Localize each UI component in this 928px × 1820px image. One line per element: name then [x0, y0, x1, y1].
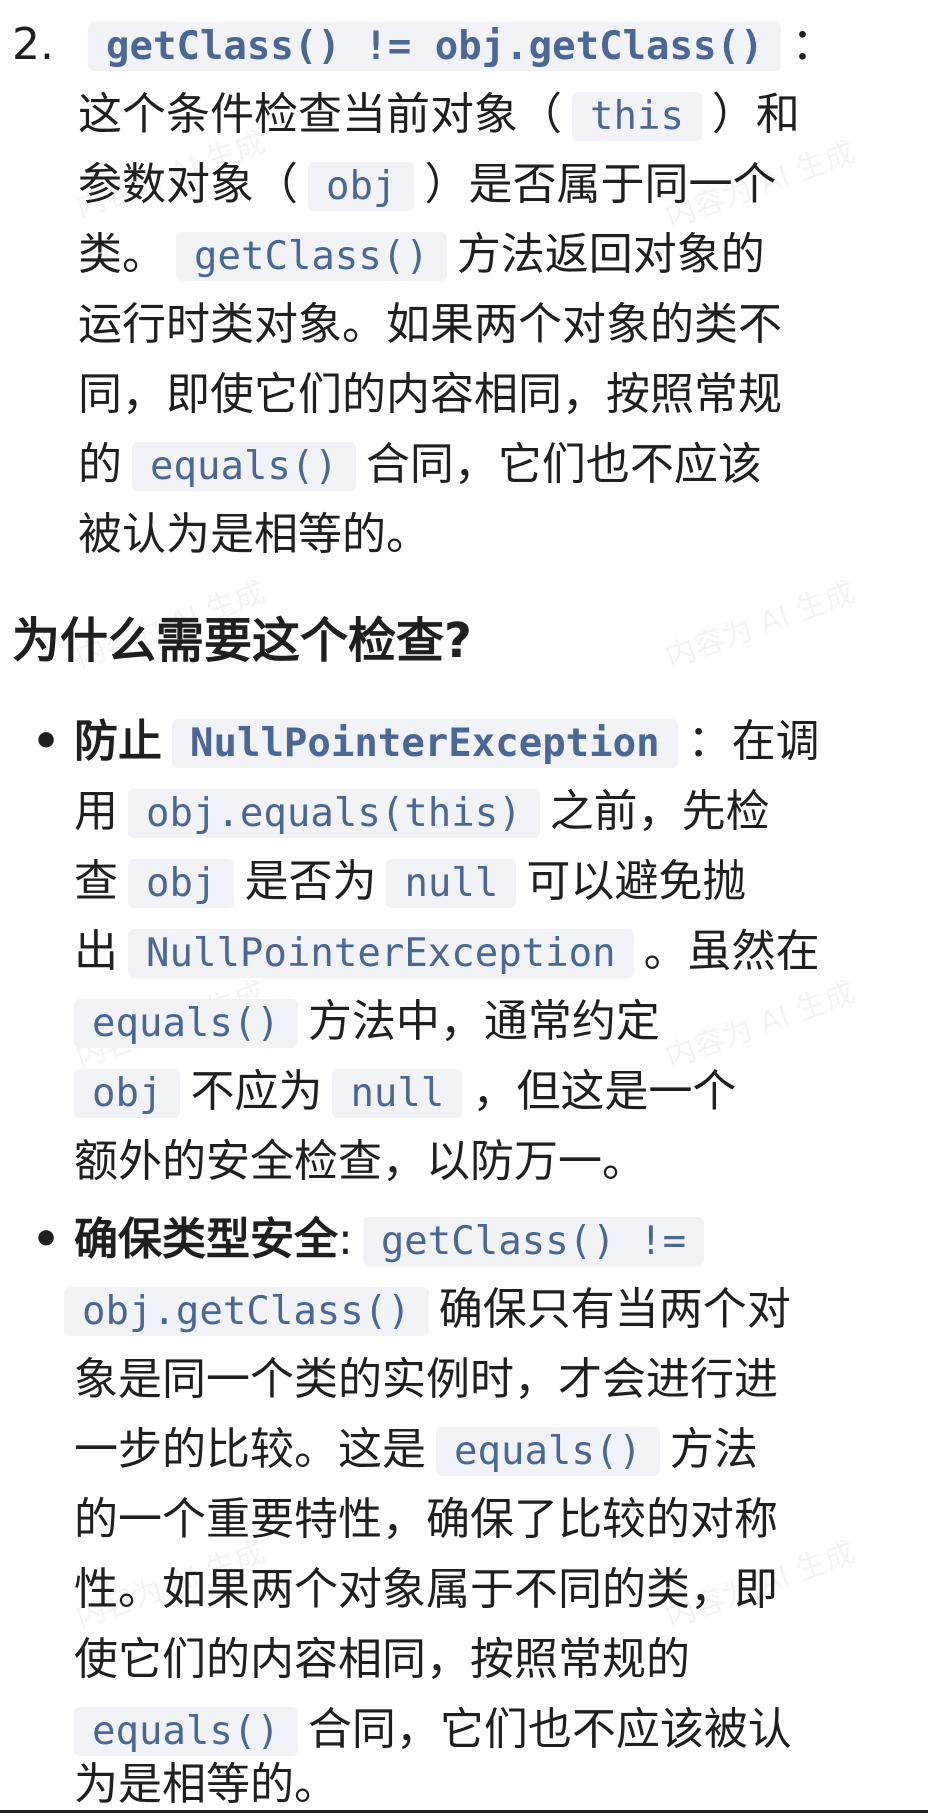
code-span: obj: [128, 859, 235, 908]
text: ：在调: [687, 716, 820, 767]
text: 用: [74, 786, 118, 837]
code-span: obj.equals(this): [128, 789, 540, 838]
text: 。虽然在: [643, 926, 820, 977]
text: 参数对象（: [78, 159, 298, 210]
code-span: equals(): [132, 442, 356, 491]
code-span: getClass(): [176, 232, 447, 281]
text: 查: [74, 856, 118, 907]
list-item-line: getClass() != obj.getClass()：: [78, 10, 835, 80]
text: 出: [74, 926, 118, 977]
text: 是否为: [244, 856, 377, 907]
text: 合同，它们也不应该: [365, 439, 762, 490]
list-item-line: 同，即使它们的内容相同，按照常规: [78, 369, 782, 420]
list-item-line: 的 equals() 合同，它们也不应该: [78, 430, 762, 500]
code-span: equals(): [74, 999, 298, 1048]
bullet-line: 用 obj.equals(this) 之前，先检: [74, 777, 770, 847]
bullet-line: 使它们的内容相同，按照常规的: [74, 1634, 690, 1685]
bullet-line: obj.getClass() 确保只有当两个对: [64, 1275, 791, 1345]
code-span: equals(): [436, 1427, 660, 1476]
code-span: null: [386, 859, 517, 908]
code-span: null: [332, 1069, 463, 1118]
text: 合同，它们也不应该被认: [307, 1704, 792, 1755]
text: 确保只有当两个对: [438, 1284, 791, 1335]
bullet-line: 一步的比较。这是 equals() 方法: [74, 1415, 758, 1485]
list-number: 2.: [12, 19, 54, 70]
bullet-line: 性。如果两个对象属于不同的类，即: [74, 1564, 778, 1615]
bullet-line: 查 obj 是否为 null 可以避免抛: [74, 847, 746, 917]
bullet-line: equals() 方法中，通常约定: [64, 987, 660, 1057]
bullet-line: 确保类型安全: getClass() !=: [74, 1205, 714, 1275]
text: 方法返回对象的: [456, 229, 765, 280]
bullet-line: obj 不应为 null ，但这是一个: [64, 1057, 736, 1127]
text: 方法: [669, 1424, 758, 1475]
code-span: obj: [74, 1069, 181, 1118]
bold-text: 防止: [74, 716, 162, 767]
bullet-line: 防止 NullPointerException ：在调: [74, 707, 820, 777]
bullet-line: 额外的安全检查，以防万一。: [74, 1136, 646, 1187]
list-item-line: 参数对象（ obj ）是否属于同一个: [78, 150, 776, 220]
bullet-dot: •: [32, 1214, 61, 1265]
text: 这个条件检查当前对象（: [78, 89, 562, 140]
list-item-line: 被认为是相等的。: [78, 509, 430, 560]
watermark: 内容为 AI 生成: [661, 574, 860, 676]
text: 之前，先检: [549, 786, 770, 837]
text: 类。: [78, 229, 166, 280]
text: 不应为: [190, 1066, 323, 1117]
bottom-divider: [0, 1810, 928, 1813]
code-span: equals(): [74, 1707, 298, 1756]
list-item-line: 这个条件检查当前对象（ this ）和: [78, 80, 800, 150]
text: 可以避免抛: [526, 856, 747, 907]
code-span: this: [572, 92, 702, 141]
text: ）是否属于同一个: [424, 159, 777, 210]
code-span: obj: [308, 162, 415, 211]
text: ，但这是一个: [472, 1066, 737, 1117]
code-span: getClass() != obj.getClass(): [88, 22, 782, 71]
code-span: obj.getClass(): [64, 1287, 429, 1336]
bold-text: 确保类型安全: [74, 1214, 338, 1265]
text: ）和: [711, 89, 800, 140]
code-span: NullPointerException: [172, 719, 678, 768]
text: 的: [78, 439, 122, 490]
text: 方法中，通常约定: [307, 996, 660, 1047]
list-item-line: 运行时类对象。如果两个对象的类不: [78, 299, 782, 350]
section-heading: 为什么需要这个检查?: [12, 613, 472, 669]
code-span: NullPointerException: [128, 929, 634, 978]
text: :: [338, 1214, 353, 1265]
text: 一步的比较。这是: [74, 1424, 426, 1475]
bullet-line: 象是同一个类的实例时，才会进行进: [74, 1354, 778, 1405]
bullet-line: 出 NullPointerException 。虽然在: [74, 917, 820, 987]
text: ：: [791, 19, 836, 70]
bullet-dot: •: [32, 716, 61, 767]
list-item-line: 类。 getClass() 方法返回对象的: [78, 220, 765, 290]
code-span: getClass() !=: [362, 1217, 705, 1266]
bullet-line: 的一个重要特性，确保了比较的对称: [74, 1494, 778, 1545]
